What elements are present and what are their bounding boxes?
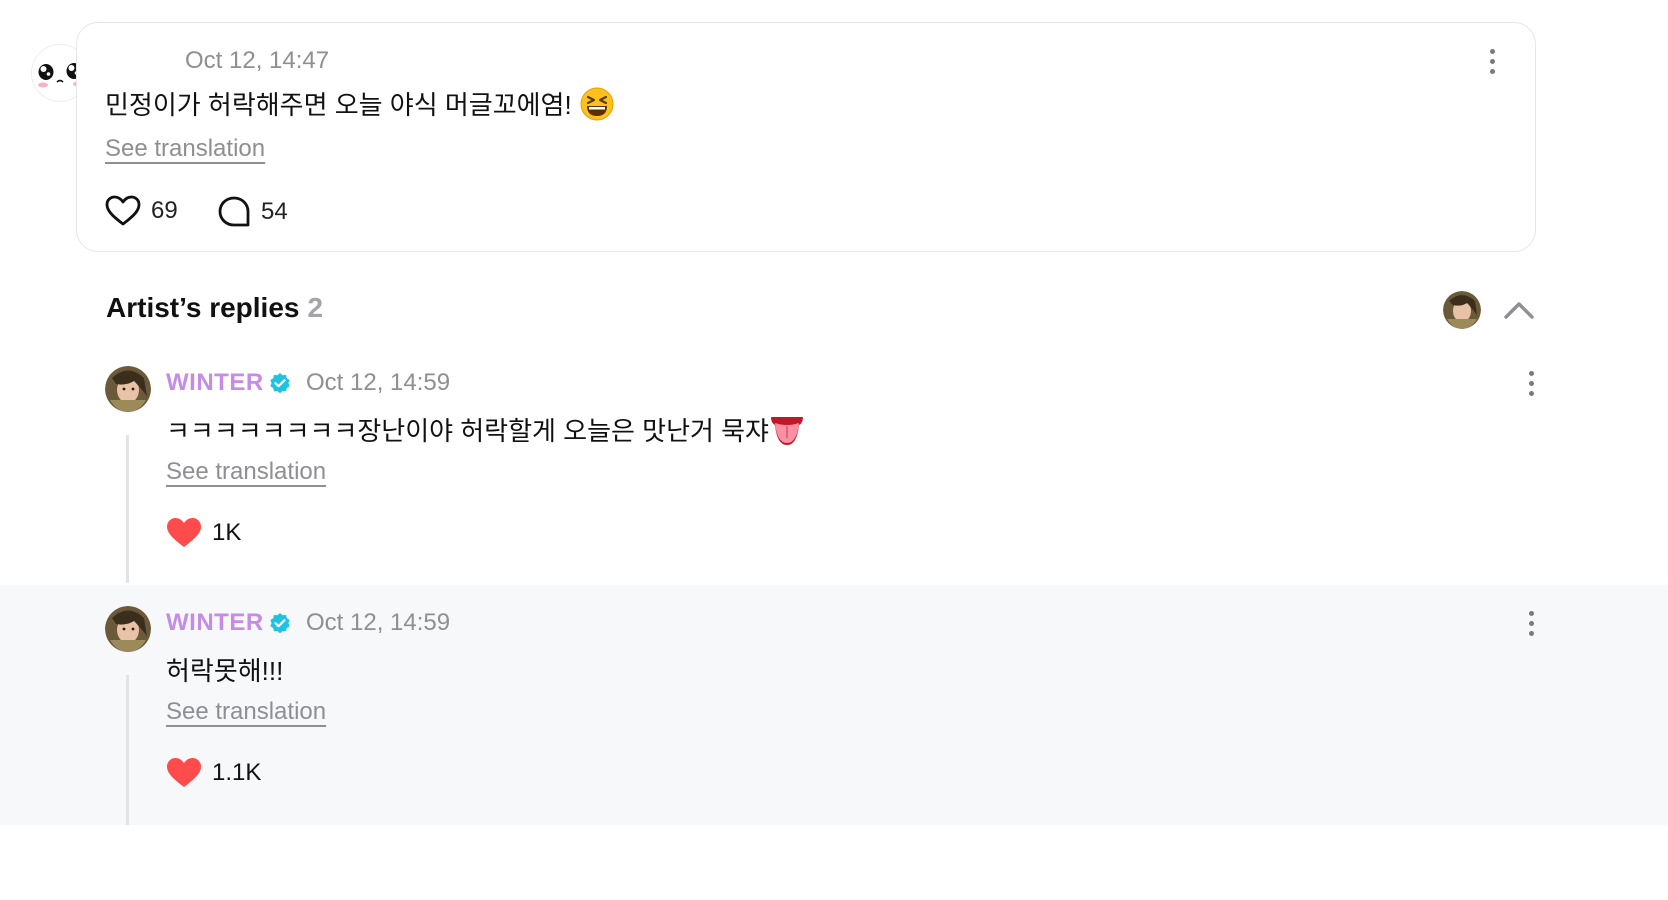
post-like-button[interactable]: 69 <box>105 195 178 227</box>
post-comment-button[interactable]: 54 <box>217 195 288 229</box>
reply-like-button[interactable]: 1K <box>166 517 241 549</box>
artist-replies-title: Artist’s replies <box>106 292 300 323</box>
verified-badge-icon <box>270 613 290 634</box>
comment-bubble-icon <box>218 196 250 227</box>
tongue-icon <box>769 413 805 454</box>
post-like-count: 69 <box>151 197 178 224</box>
thread-line <box>126 435 129 583</box>
heart-filled-icon <box>167 518 201 547</box>
reply-text-body: ㅋㅋㅋㅋㅋㅋㅋㅋ장난이야 허락할게 오늘은 맛난거 묵쟈 <box>166 416 769 446</box>
artist-name[interactable]: WINTER <box>166 609 264 637</box>
artist-replies-count: 2 <box>307 292 324 323</box>
reply-more-options-icon[interactable] <box>1516 605 1546 641</box>
reply-timestamp: Oct 12, 14:59 <box>306 609 451 636</box>
verified-badge-icon <box>270 373 290 394</box>
artist-reply: WINTER Oct 12, 14:59 ㅋㅋㅋㅋㅋㅋㅋㅋ장난이야 허락할게 오… <box>0 345 1668 583</box>
heart-outline-icon <box>105 195 141 226</box>
artist-mini-avatar <box>1443 291 1481 329</box>
reply-text: 허락못해!!! <box>166 651 283 688</box>
reply-see-translation-link[interactable]: See translation <box>166 698 326 726</box>
post-text: 민정이가 허락해주면 오늘 야식 머글꼬에염! <box>105 85 614 128</box>
reply-like-button[interactable]: 1.1K <box>166 757 261 789</box>
post-comment-count: 54 <box>261 198 288 225</box>
reply-timestamp: Oct 12, 14:59 <box>306 369 451 396</box>
reply-like-count: 1.1K <box>212 759 262 786</box>
reply-more-options-icon[interactable] <box>1516 365 1546 401</box>
post-see-translation-link[interactable]: See translation <box>105 135 265 163</box>
artist-avatar[interactable] <box>105 606 151 652</box>
post-timestamp: Oct 12, 14:47 <box>185 47 330 74</box>
reply-text: ㅋㅋㅋㅋㅋㅋㅋㅋ장난이야 허락할게 오늘은 맛난거 묵쟈 <box>166 411 805 454</box>
artist-name[interactable]: WINTER <box>166 369 264 397</box>
artist-replies-heading: Artist’s replies 2 <box>106 292 323 324</box>
heart-filled-icon <box>167 758 201 787</box>
reply-see-translation-link[interactable]: See translation <box>166 458 326 486</box>
artist-avatar[interactable] <box>105 366 151 412</box>
chevron-up-icon[interactable] <box>1501 295 1537 325</box>
artist-reply: WINTER Oct 12, 14:59 허락못해!!! See transla… <box>0 585 1668 825</box>
thread-line <box>126 675 129 825</box>
reply-like-count: 1K <box>212 519 242 546</box>
post-more-options-icon[interactable] <box>1477 43 1507 79</box>
post-card: Oct 12, 14:47 민정이가 허락해주면 오늘 야식 머글꼬에염! Se… <box>76 22 1536 252</box>
post-text-body: 민정이가 허락해주면 오늘 야식 머글꼬에염! <box>105 90 572 120</box>
grinning-squinting-face-icon <box>580 87 614 128</box>
reply-text-body: 허락못해!!! <box>166 656 284 686</box>
